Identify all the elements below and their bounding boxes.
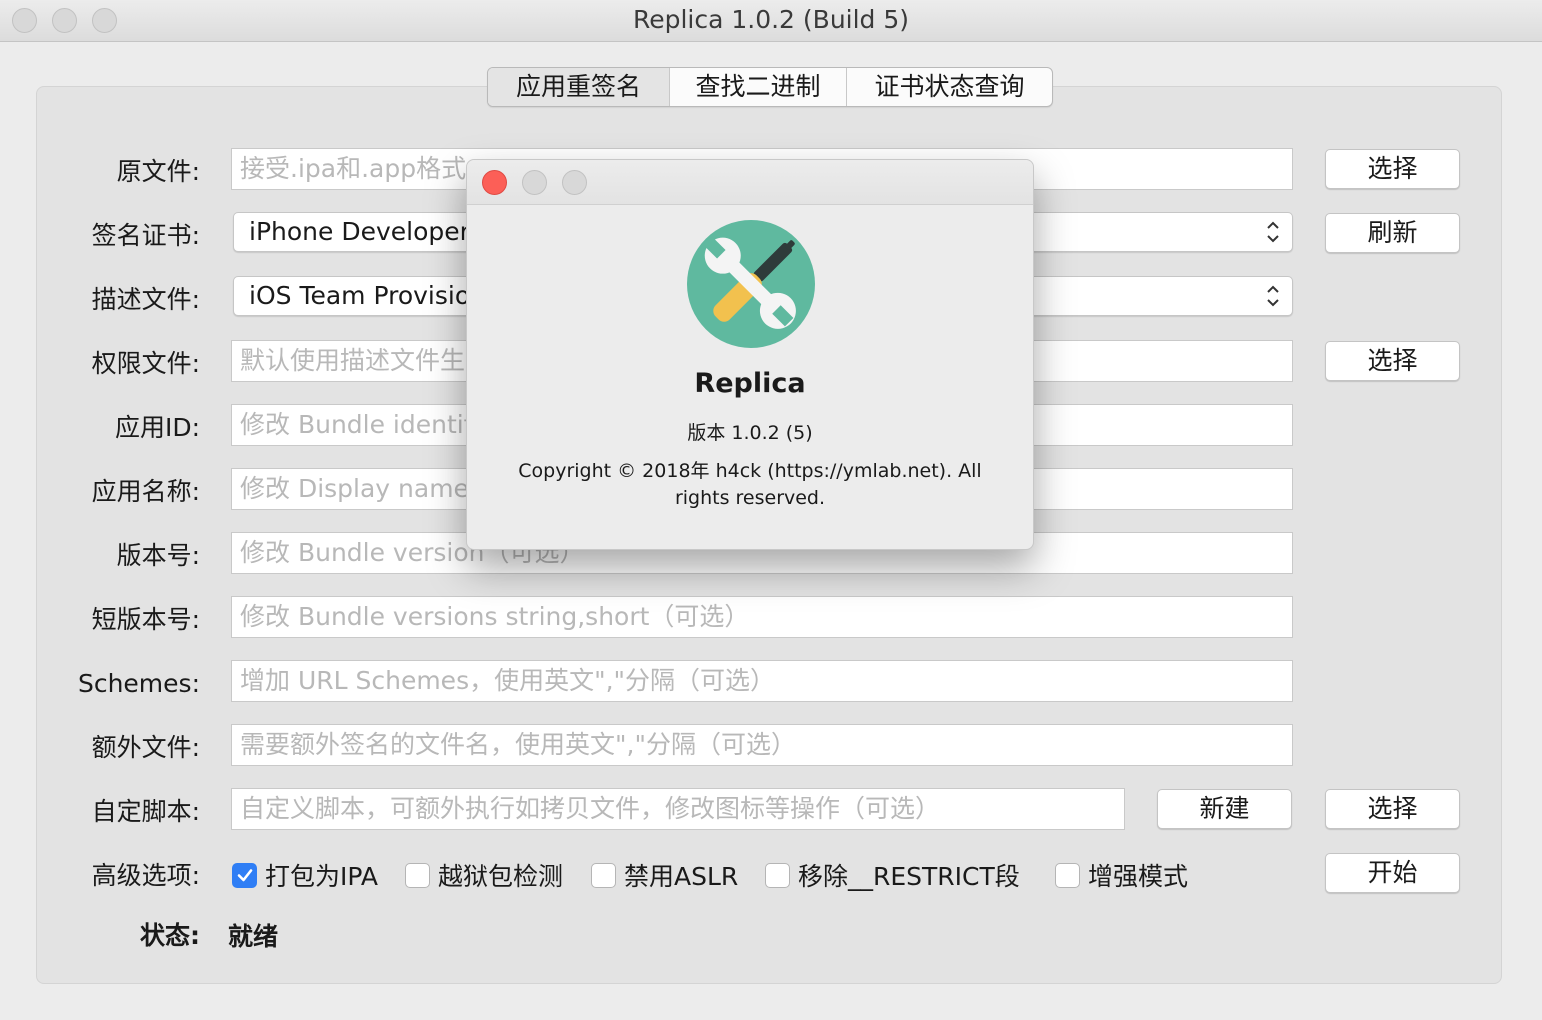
checkbox[interactable]: [591, 862, 616, 888]
option-label: 增强模式: [1088, 862, 1189, 891]
option-label: 越狱包检测: [438, 862, 564, 891]
schemes-field[interactable]: 增加 URL Schemes，使用英文","分隔（可选）: [231, 660, 1293, 702]
about-zoom-button[interactable]: [562, 170, 587, 195]
tab-find-binary[interactable]: 查找二进制: [670, 68, 847, 106]
extra-files-label: 额外文件:: [91, 733, 200, 762]
custom-script-label: 自定脚本:: [91, 797, 200, 826]
title-bar: Replica 1.0.2 (Build 5): [0, 0, 1542, 42]
about-app-name: Replica: [694, 368, 806, 399]
about-dialog: Replica 版本 1.0.2 (5) Copyright © 2018年 h…: [466, 159, 1034, 550]
option-disable-aslr[interactable]: 禁用ASLR: [591, 860, 739, 891]
chevron-updown-icon: [1266, 219, 1280, 246]
advanced-label: 高级选项:: [91, 861, 200, 890]
about-minimize-button[interactable]: [522, 170, 547, 195]
custom-script-field[interactable]: 自定义脚本，可额外执行如拷贝文件，修改图标等操作（可选）: [231, 788, 1125, 830]
choose-source-button[interactable]: 选择: [1325, 149, 1460, 189]
status-value: 就绪: [228, 922, 279, 951]
checkbox[interactable]: [405, 862, 430, 888]
bundle-id-label: 应用ID:: [114, 413, 200, 442]
option-label: 移除__RESTRICT段: [798, 862, 1020, 891]
option-remove-restrict[interactable]: 移除__RESTRICT段: [765, 860, 1020, 891]
start-button[interactable]: 开始: [1325, 853, 1460, 893]
tab-bar: 应用重签名 查找二进制 证书状态查询: [487, 67, 1053, 107]
about-version: 版本 1.0.2 (5): [687, 422, 813, 444]
choose-entitlements-button[interactable]: 选择: [1325, 341, 1460, 381]
checkmark-icon: [237, 869, 252, 882]
tools-icon: [687, 220, 815, 348]
profile-label: 描述文件:: [91, 285, 200, 314]
option-package-ipa[interactable]: 打包为IPA: [232, 860, 378, 891]
version-label: 版本号:: [116, 541, 200, 570]
source-file-label: 原文件:: [116, 157, 200, 186]
certificate-value: iPhone Developer:: [249, 217, 478, 246]
tab-cert-status[interactable]: 证书状态查询: [847, 68, 1052, 106]
status-label: 状态:: [140, 921, 200, 950]
tab-resign[interactable]: 应用重签名: [488, 68, 670, 106]
extra-files-field[interactable]: 需要额外签名的文件名，使用英文","分隔（可选）: [231, 724, 1293, 766]
short-version-field[interactable]: 修改 Bundle versions string,short（可选）: [231, 596, 1293, 638]
about-copyright: Copyright © 2018年 h4ck (https://ymlab.ne…: [518, 460, 982, 509]
profile-value: iOS Team Provisio: [249, 281, 471, 310]
option-enhanced-mode[interactable]: 增强模式: [1055, 860, 1189, 891]
new-script-button[interactable]: 新建: [1157, 789, 1292, 829]
entitlements-label: 权限文件:: [91, 349, 200, 378]
checkbox[interactable]: [765, 862, 790, 888]
app-name-label: 应用名称:: [91, 477, 200, 506]
schemes-label: Schemes:: [77, 669, 200, 698]
about-close-button[interactable]: [482, 170, 507, 195]
certificate-label: 签名证书:: [91, 221, 200, 250]
option-jailbreak-detect[interactable]: 越狱包检测: [405, 860, 564, 891]
option-label: 打包为IPA: [265, 862, 378, 891]
option-label: 禁用ASLR: [624, 862, 739, 891]
checkbox-checked[interactable]: [232, 862, 257, 888]
about-title-bar: [467, 160, 1033, 205]
checkbox[interactable]: [1055, 862, 1080, 888]
refresh-button[interactable]: 刷新: [1325, 213, 1460, 253]
short-version-label: 短版本号:: [91, 605, 200, 634]
chevron-updown-icon: [1266, 283, 1280, 310]
choose-script-button[interactable]: 选择: [1325, 789, 1460, 829]
window-title: Replica 1.0.2 (Build 5): [632, 5, 910, 34]
